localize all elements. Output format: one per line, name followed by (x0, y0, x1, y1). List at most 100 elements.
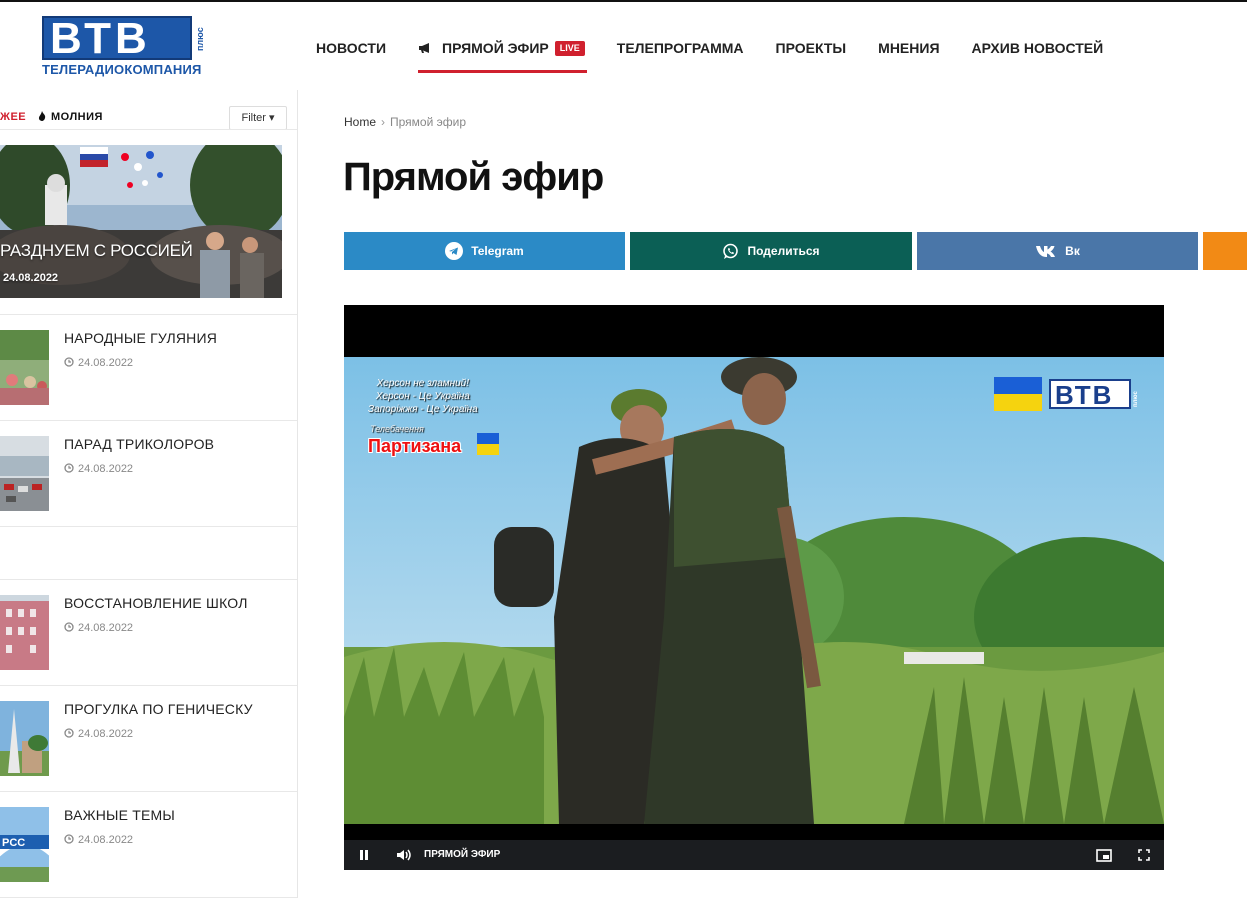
nav-label: АРХИВ НОВОСТЕЙ (971, 40, 1104, 56)
divider (0, 526, 297, 527)
divider (0, 129, 297, 130)
caret-down-icon: ▾ (268, 112, 275, 124)
channel-watermark: ВТВ (1049, 379, 1131, 409)
article-date-text: 24.08.2022 (78, 463, 134, 475)
featured-title: РАЗДНУЕМ С РОССИЕЙ (0, 241, 193, 260)
nav-label: НОВОСТИ (316, 40, 387, 56)
logo-letters: ВТВ (50, 14, 151, 63)
nav-label: МНЕНИЯ (878, 40, 940, 56)
sidebar-tab-latest[interactable]: ЖЕЕ (0, 110, 26, 124)
article-date: 24.08.2022 (64, 462, 133, 476)
watermark-letters: ВТВ (1055, 380, 1114, 410)
overlay-line: Херсон не зламний! (376, 378, 470, 389)
chevron-right-icon: › (381, 115, 386, 129)
filter-button[interactable]: Filter ▾ (229, 106, 287, 130)
overlay-small-caption: Телебачення (370, 424, 424, 434)
featured-article[interactable]: РАЗДНУЕМ С РОССИЕЙ 24.08.2022 (0, 145, 282, 298)
nav-label: ТЕЛЕПРОГРАММА (616, 40, 744, 56)
logo-box: ВТВ (42, 14, 192, 63)
megaphone-icon (419, 43, 430, 53)
live-badge: LIVE (554, 40, 585, 56)
ukraine-flag-icon (994, 377, 1042, 411)
breadcrumb-current: Прямой эфир (390, 115, 467, 129)
share-whatsapp-button[interactable]: Поделиться (630, 232, 912, 270)
video-still (344, 357, 1164, 824)
nav-item-live[interactable]: ПРЯМОЙ ЭФИР LIVE (418, 31, 587, 73)
clock-icon (64, 463, 74, 473)
picture-in-picture-icon (1096, 848, 1112, 862)
nav-item-opinions[interactable]: МНЕНИЯ (878, 31, 939, 65)
article-thumbnail (0, 595, 49, 670)
share-telegram-button[interactable]: Telegram (344, 232, 625, 270)
whatsapp-icon (723, 243, 739, 259)
fullscreen-button[interactable] (1138, 840, 1150, 870)
telegram-icon (445, 242, 464, 260)
list-item[interactable]: PCC ВАЖНЫЕ ТЕМЫ 24.08.2022 (0, 791, 297, 897)
logo-plus: плюс (195, 27, 205, 51)
site-logo[interactable]: ВТВ плюс ТЕЛЕРАДИОКОМПАНИЯ (42, 16, 206, 78)
nav-item-tv-program[interactable]: ТЕЛЕПРОГРАММА (617, 31, 744, 65)
article-title: НАРОДНЫЕ ГУЛЯНИЯ (64, 330, 218, 346)
pause-button[interactable] (358, 840, 370, 870)
ukraine-flag-icon (477, 433, 499, 455)
clock-icon (64, 357, 74, 367)
pip-button[interactable] (1096, 840, 1112, 870)
video-frame: Херсон не зламний! Херсон - Це Україна З… (344, 357, 1164, 824)
list-item[interactable]: ПАРАД ТРИКОЛОРОВ 24.08.2022 (0, 420, 297, 526)
clock-icon (64, 622, 74, 632)
volume-icon (397, 849, 411, 861)
svg-text:PCC: PCC (2, 837, 25, 849)
live-label: ПРЯМОЙ ЭФИР (424, 849, 501, 860)
sidebar-tabs: ЖЕЕ МОЛНИЯ Filter ▾ (0, 98, 297, 130)
list-item[interactable]: ПРОГУЛКА ПО ГЕНИЧЕСКУ 24.08.2022 (0, 685, 297, 791)
article-thumbnail (0, 701, 49, 776)
share-vk-button[interactable]: Вк (917, 232, 1198, 270)
nav-label: ПРЯМОЙ ЭФИР (442, 40, 549, 56)
article-date-text: 24.08.2022 (78, 834, 134, 846)
watermark-plus: плюс (1133, 391, 1139, 407)
page-title: Прямой эфир (343, 155, 604, 199)
breadcrumb-home[interactable]: Home (344, 115, 376, 129)
volume-button[interactable] (396, 840, 412, 870)
nav-item-news[interactable]: НОВОСТИ (316, 31, 386, 65)
clock-icon (64, 834, 74, 844)
list-item[interactable]: НАРОДНЫЕ ГУЛЯНИЯ 24.08.2022 (0, 314, 297, 420)
article-date: 24.08.2022 (64, 356, 133, 370)
video-overlay-text: Херсон не зламний! Херсон - Це Україна З… (368, 377, 478, 416)
flame-icon (38, 111, 46, 121)
sidebar-tab-lightning[interactable]: МОЛНИЯ (38, 110, 103, 124)
nav-item-projects[interactable]: ПРОЕКТЫ (776, 31, 847, 65)
share-ok-button[interactable] (1203, 232, 1247, 270)
clock-icon (64, 728, 74, 738)
nav-item-archive[interactable]: АРХИВ НОВОСТЕЙ (972, 31, 1104, 65)
share-label: Поделиться (747, 244, 820, 258)
player-controls: ПРЯМОЙ ЭФИР (344, 840, 1164, 870)
article-thumbnail (0, 330, 49, 405)
article-title: ВОССТАНОВЛЕНИЕ ШКОЛ (64, 595, 248, 611)
featured-date: 24.08.2022 (3, 272, 59, 284)
article-title: ВАЖНЫЕ ТЕМЫ (64, 807, 176, 823)
list-item[interactable]: ВОССТАНОВЛЕНИЕ ШКОЛ 24.08.2022 (0, 579, 297, 685)
article-date-text: 24.08.2022 (78, 357, 134, 369)
overlay-big-caption: Партизана (368, 436, 462, 456)
nav-label: ПРОЕКТЫ (775, 40, 847, 56)
article-thumbnail: PCC (0, 807, 49, 882)
article-title: ПАРАД ТРИКОЛОРОВ (64, 436, 215, 452)
article-title: ПРОГУЛКА ПО ГЕНИЧЕСКУ (64, 701, 253, 717)
video-player[interactable]: Херсон не зламний! Херсон - Це Україна З… (344, 305, 1164, 870)
sidebar-tab-label: МОЛНИЯ (51, 111, 103, 123)
article-date-text: 24.08.2022 (78, 728, 134, 740)
article-date-text: 24.08.2022 (78, 622, 134, 634)
breadcrumb: Home › Прямой эфир (344, 115, 466, 129)
fullscreen-icon (1138, 849, 1150, 861)
article-date: 24.08.2022 (64, 727, 133, 741)
article-date: 24.08.2022 (64, 833, 133, 847)
main-nav: НОВОСТИ ПРЯМОЙ ЭФИР LIVE ТЕЛЕПРОГРАММА П… (300, 28, 1119, 73)
article-thumbnail (0, 436, 49, 511)
article-date: 24.08.2022 (64, 621, 133, 635)
share-label: Вк (1065, 244, 1080, 258)
overlay-line: Запоріжжя - Це Україна (368, 404, 478, 415)
vk-icon (1036, 245, 1056, 257)
logo-subtitle: ТЕЛЕРАДИОКОМПАНИЯ (42, 62, 202, 77)
overlay-line: Херсон - Це Україна (375, 391, 470, 402)
